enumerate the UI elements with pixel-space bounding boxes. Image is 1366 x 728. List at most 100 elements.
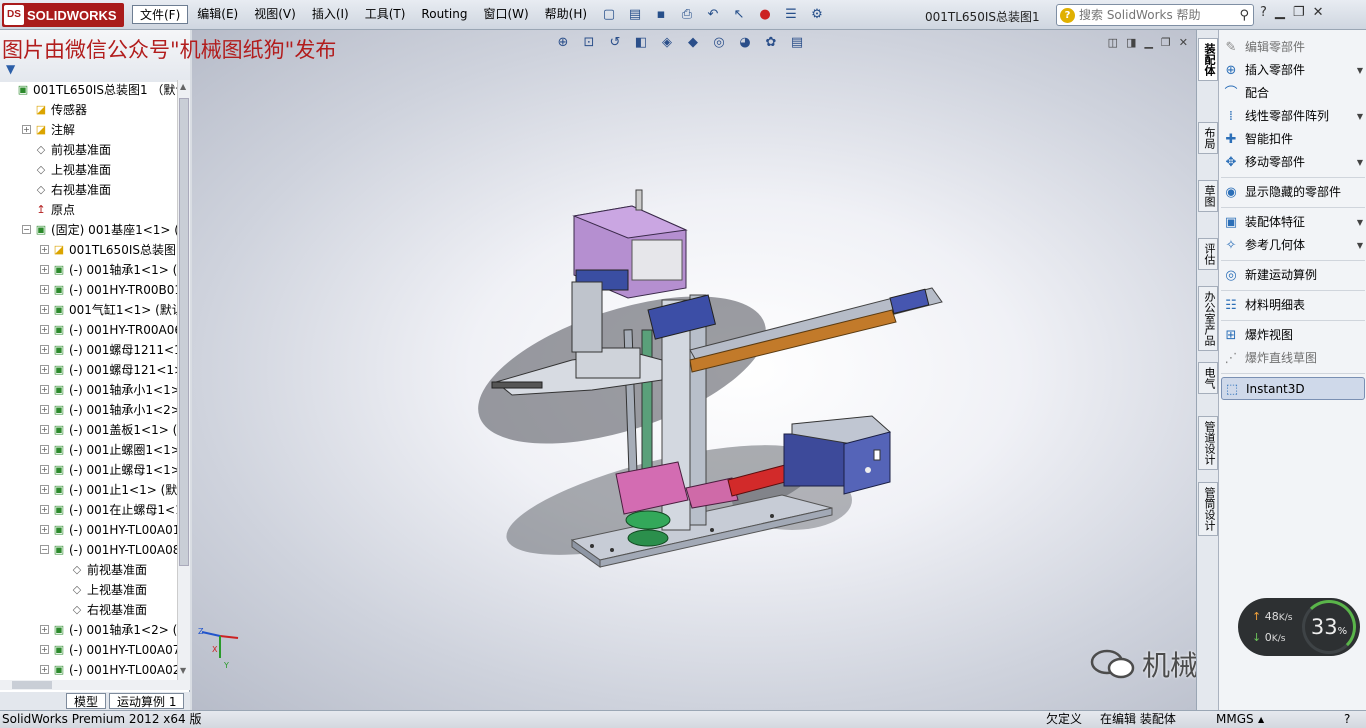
- tree-node[interactable]: + ◪ 001TL650IS总装图1 (: [0, 240, 177, 260]
- tree-node[interactable]: + ▣ (-) 001HY-TL00A070: [0, 640, 177, 660]
- minimize-icon[interactable]: ▁: [1275, 5, 1285, 20]
- expand-icon[interactable]: +: [40, 645, 49, 654]
- expand-icon[interactable]: +: [40, 385, 49, 394]
- expand-icon[interactable]: +: [40, 345, 49, 354]
- tree-node[interactable]: + ▣ (-) 001止螺圈1<1> (: [0, 440, 177, 460]
- command-button[interactable]: ✎ 编辑零部件: [1221, 36, 1365, 59]
- command-button[interactable]: ⌒ 配合: [1221, 82, 1365, 105]
- unit-dropdown-icon[interactable]: ▲: [1258, 711, 1264, 728]
- select-arrow-icon[interactable]: ↖: [728, 4, 750, 25]
- assembly-model[interactable]: [192, 30, 1196, 710]
- collapse-icon[interactable]: −: [22, 225, 31, 234]
- command-button[interactable]: ⬚ Instant3D: [1221, 377, 1365, 400]
- tree-node[interactable]: ◇ 上视基准面: [0, 160, 177, 180]
- command-button[interactable]: ✚ 智能扣件: [1221, 128, 1365, 151]
- dropdown-arrow-icon[interactable]: ▼: [1357, 211, 1363, 234]
- expand-icon[interactable]: +: [40, 665, 49, 674]
- scroll-thumb[interactable]: [179, 98, 189, 566]
- tab-motion-study[interactable]: 运动算例 1: [109, 693, 185, 709]
- tree-node[interactable]: + ▣ (-) 001HY-TL00A010: [0, 520, 177, 540]
- command-tab[interactable]: 办公室产品: [1198, 286, 1218, 351]
- restore-icon[interactable]: ❐: [1293, 5, 1305, 20]
- command-button[interactable]: ⁞ 线性零部件阵列 ▼: [1221, 105, 1365, 128]
- command-tab[interactable]: 管筒设计: [1198, 482, 1218, 536]
- expand-icon[interactable]: +: [40, 325, 49, 334]
- command-button[interactable]: ▣ 装配体特征 ▼: [1221, 211, 1365, 234]
- expand-icon[interactable]: +: [40, 305, 49, 314]
- help-question-icon[interactable]: ?: [1060, 7, 1075, 23]
- tree-node[interactable]: + ▣ (-) 001轴承1<2> (默: [0, 620, 177, 640]
- graphics-area[interactable]: ⊕ ⊡ ↺ ◧ ◈ ◆ ◎ ◕ ✿ ▤ ◫ ◨ ▁ ❐ ✕: [192, 30, 1366, 710]
- expand-icon[interactable]: +: [40, 445, 49, 454]
- expand-icon[interactable]: +: [22, 125, 31, 134]
- rebuild-traffic-light-icon[interactable]: ●: [754, 4, 776, 25]
- command-tab[interactable]: 评估: [1198, 238, 1218, 270]
- menu-item[interactable]: 编辑(E): [190, 5, 245, 24]
- tree-node[interactable]: ◇ 前视基准面: [0, 140, 177, 160]
- menu-item[interactable]: Routing: [414, 5, 474, 24]
- menu-item[interactable]: 窗口(W): [476, 5, 535, 24]
- tree-node[interactable]: + ▣ (-) 001轴承小1<2> (: [0, 400, 177, 420]
- expand-icon[interactable]: +: [40, 505, 49, 514]
- save-icon[interactable]: ▪: [650, 4, 672, 25]
- close-icon[interactable]: ✕: [1313, 5, 1324, 20]
- tree-node[interactable]: ◪ 传感器: [0, 100, 177, 120]
- dropdown-arrow-icon[interactable]: ▼: [1357, 234, 1363, 257]
- help-search-input[interactable]: [1079, 8, 1229, 22]
- command-button[interactable]: ◉ 显示隐藏的零部件: [1221, 181, 1365, 204]
- tree-node[interactable]: + ▣ (-) 001在止螺母1<1>: [0, 500, 177, 520]
- tree-node[interactable]: ◇ 上视基准面: [0, 580, 177, 600]
- tree-node[interactable]: + ▣ (-) 001螺母121<1> (: [0, 360, 177, 380]
- command-button[interactable]: ⊞ 爆炸视图: [1221, 324, 1365, 347]
- tree-node[interactable]: + ▣ (-) 001止螺母1<1> (: [0, 460, 177, 480]
- undo-icon[interactable]: ↶: [702, 4, 724, 25]
- expand-icon[interactable]: +: [40, 425, 49, 434]
- tree-node[interactable]: + ▣ (-) 001轴承小1<1> (: [0, 380, 177, 400]
- scroll-up-icon[interactable]: ▲: [180, 82, 186, 91]
- tree-node[interactable]: ◇ 右视基准面: [0, 180, 177, 200]
- menu-item[interactable]: 插入(I): [305, 5, 356, 24]
- command-tab[interactable]: 管道设计: [1198, 416, 1218, 470]
- command-button[interactable]: ☷ 材料明细表: [1221, 294, 1365, 317]
- menu-item[interactable]: 文件(F): [132, 5, 189, 24]
- menu-item[interactable]: 视图(V): [247, 5, 303, 24]
- tree-node[interactable]: + ▣ (-) 001止1<1> (默认: [0, 480, 177, 500]
- tree-node[interactable]: − ▣ (固定) 001基座1<1> (默: [0, 220, 177, 240]
- command-tab[interactable]: 草图: [1198, 180, 1218, 212]
- tree-node[interactable]: + ▣ (-) 001轴承1<1> (默: [0, 260, 177, 280]
- tree-node[interactable]: ◇ 前视基准面: [0, 560, 177, 580]
- expand-icon[interactable]: +: [40, 465, 49, 474]
- expand-icon[interactable]: +: [40, 525, 49, 534]
- tree-node[interactable]: ◇ 右视基准面: [0, 600, 177, 620]
- tree-node[interactable]: ▣ 001TL650IS总装图1 （默认<: [0, 80, 177, 100]
- tab-model[interactable]: 模型: [66, 693, 107, 709]
- expand-icon[interactable]: +: [40, 405, 49, 414]
- command-tab[interactable]: 布局: [1198, 122, 1218, 154]
- search-icon[interactable]: ⚲: [1239, 8, 1249, 23]
- command-button[interactable]: ✥ 移动零部件 ▼: [1221, 151, 1365, 174]
- expand-icon[interactable]: +: [40, 625, 49, 634]
- tree-horizontal-scrollbar[interactable]: [0, 680, 190, 690]
- dropdown-arrow-icon[interactable]: ▼: [1357, 151, 1363, 174]
- collapse-icon[interactable]: −: [40, 545, 49, 554]
- command-tab[interactable]: 电气: [1198, 362, 1218, 394]
- expand-icon[interactable]: +: [40, 285, 49, 294]
- tree-node[interactable]: + ▣ (-) 001HY-TL00A020: [0, 660, 177, 680]
- tree-node[interactable]: − ▣ (-) 001HY-TL00A080: [0, 540, 177, 560]
- tree-vertical-scrollbar[interactable]: ▲ ▼: [177, 80, 190, 680]
- command-button[interactable]: ◎ 新建运动算例: [1221, 264, 1365, 287]
- tree-node[interactable]: + ▣ (-) 001HY-TR00A060: [0, 320, 177, 340]
- help-status-icon[interactable]: ?: [1344, 711, 1350, 728]
- command-button[interactable]: ⊕ 插入零部件 ▼: [1221, 59, 1365, 82]
- expand-icon[interactable]: +: [40, 245, 49, 254]
- print-icon[interactable]: ⎙: [676, 4, 698, 25]
- menu-item[interactable]: 工具(T): [358, 5, 413, 24]
- command-tab[interactable]: 装配体: [1198, 38, 1218, 81]
- help-icon[interactable]: ?: [1260, 5, 1267, 20]
- tree-node[interactable]: ↥ 原点: [0, 200, 177, 220]
- file-properties-icon[interactable]: ☰: [780, 4, 802, 25]
- new-document-icon[interactable]: ▢: [598, 4, 620, 25]
- tree-node[interactable]: + ◪ 注解: [0, 120, 177, 140]
- dropdown-arrow-icon[interactable]: ▼: [1357, 59, 1363, 82]
- scroll-down-icon[interactable]: ▼: [180, 666, 186, 675]
